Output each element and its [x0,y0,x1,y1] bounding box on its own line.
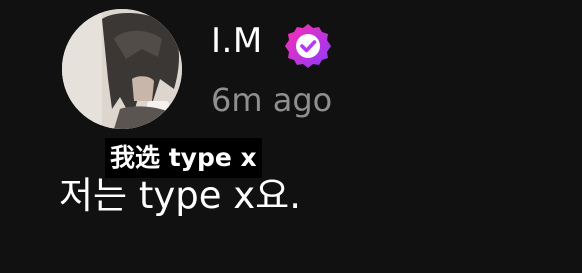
username[interactable]: I.M [211,19,263,63]
post-card: I.M 6m ago 我选 type x 저는 type x요. [0,0,582,273]
avatar[interactable] [62,9,182,129]
timestamp: 6m ago [211,81,333,119]
profile-photo [62,9,182,129]
verified-badge-icon [283,21,333,71]
message-text: 저는 type x요. [59,174,301,217]
